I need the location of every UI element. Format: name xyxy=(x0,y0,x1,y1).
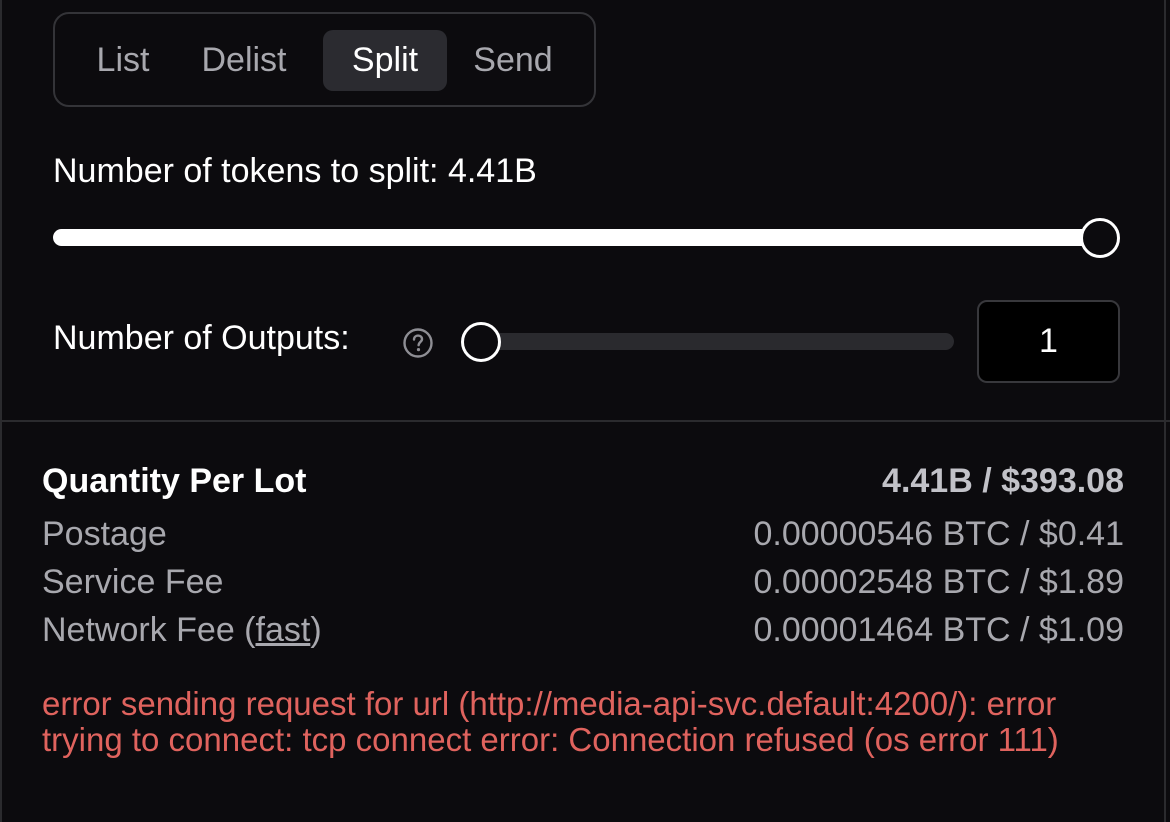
postage-value: 0.00000546 BTC / $0.41 xyxy=(753,515,1125,553)
quantity-per-lot-label: Quantity Per Lot xyxy=(42,462,307,500)
postage-label: Postage xyxy=(42,515,167,553)
outputs-count-input[interactable]: 1 xyxy=(977,300,1120,383)
network-fee-value: 0.00001464 BTC / $1.09 xyxy=(753,611,1125,649)
network-fee-label: Network Fee (fast) xyxy=(42,611,322,650)
number-of-outputs-label: Number of Outputs: xyxy=(53,319,350,357)
quantity-per-lot-value: 4.41B / $393.08 xyxy=(882,462,1124,500)
section-divider xyxy=(2,420,1170,422)
tokens-slider-thumb[interactable] xyxy=(1080,218,1120,258)
tab-delist[interactable]: Delist xyxy=(188,30,300,91)
split-panel: List Delist Split Send Number of tokens … xyxy=(0,0,1170,822)
tab-send[interactable]: Send xyxy=(458,30,568,91)
tokens-to-split-label: Number of tokens to split: 4.41B xyxy=(53,152,537,190)
service-fee-label: Service Fee xyxy=(42,563,224,601)
fee-speed-link[interactable]: fast xyxy=(256,611,311,649)
network-fee-label-suffix: ) xyxy=(310,611,322,649)
outputs-slider-thumb[interactable] xyxy=(461,322,501,362)
error-message: error sending request for url (http://me… xyxy=(42,685,1059,758)
service-fee-value: 0.00002548 BTC / $1.89 xyxy=(753,563,1125,601)
tab-split[interactable]: Split xyxy=(323,30,447,91)
tokens-slider-track[interactable] xyxy=(53,229,1119,246)
tab-list[interactable]: List xyxy=(77,30,169,91)
outputs-slider-track[interactable] xyxy=(464,333,954,350)
network-fee-label-prefix: Network Fee ( xyxy=(42,611,256,649)
action-tabs: List Delist Split Send xyxy=(53,12,596,107)
question-circle-icon[interactable] xyxy=(402,327,434,359)
